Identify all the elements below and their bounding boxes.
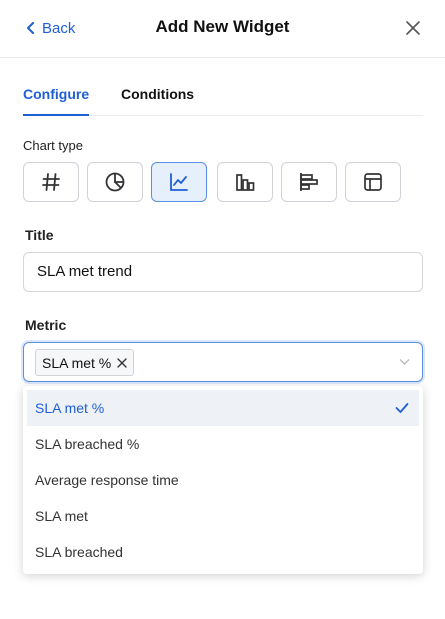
chart-type-bar-button[interactable] [217, 162, 273, 202]
metric-option-label: SLA breached [35, 544, 123, 560]
bar-chart-icon [236, 174, 255, 191]
chip-label: SLA met % [42, 354, 112, 371]
title-field-label: Title [25, 227, 54, 243]
metric-select[interactable]: SLA met % [23, 342, 423, 382]
metric-option-label: Average response time [35, 472, 179, 488]
metric-option-label: SLA met % [35, 400, 105, 416]
chart-type-horizontal-bar-button[interactable] [281, 162, 337, 202]
metric-option-label: SLA breached % [35, 436, 140, 452]
tab-conditions[interactable]: Conditions [121, 86, 194, 116]
metric-option[interactable]: SLA breached [27, 534, 419, 570]
metric-option[interactable]: SLA met [27, 498, 419, 534]
metric-option-label: SLA met [35, 508, 88, 524]
add-widget-panel: Back Add New Widget Configure Conditions… [0, 0, 445, 619]
check-icon [395, 403, 409, 413]
chart-type-table-button[interactable] [345, 162, 401, 202]
pie-chart-icon [105, 172, 125, 192]
line-chart-icon [170, 173, 188, 191]
chart-type-number-button[interactable] [23, 162, 79, 202]
title-input[interactable]: SLA met trend [23, 252, 423, 292]
chevron-down-icon [399, 359, 410, 365]
table-icon [364, 173, 382, 191]
remove-chip-icon[interactable] [117, 357, 127, 368]
chart-type-line-button[interactable] [151, 162, 207, 202]
page-title: Add New Widget [155, 17, 290, 36]
horizontal-bar-chart-icon [300, 173, 318, 191]
selected-metric-chip: SLA met % [35, 349, 135, 376]
metric-field-label: Metric [25, 317, 67, 333]
metric-option[interactable]: SLA breached % [27, 426, 419, 462]
hash-icon [42, 173, 60, 191]
metric-dropdown-menu: SLA met % SLA breached % Average respons… [23, 386, 423, 574]
chart-type-pie-button[interactable] [87, 162, 143, 202]
chart-type-label: Chart type [23, 138, 83, 153]
panel-header: Back Add New Widget [0, 0, 445, 58]
tab-configure[interactable]: Configure [23, 86, 90, 116]
tab-bar: Configure Conditions [23, 80, 423, 116]
close-icon[interactable] [404, 19, 422, 37]
metric-option[interactable]: Average response time [27, 462, 419, 498]
metric-option[interactable]: SLA met % [27, 390, 419, 426]
